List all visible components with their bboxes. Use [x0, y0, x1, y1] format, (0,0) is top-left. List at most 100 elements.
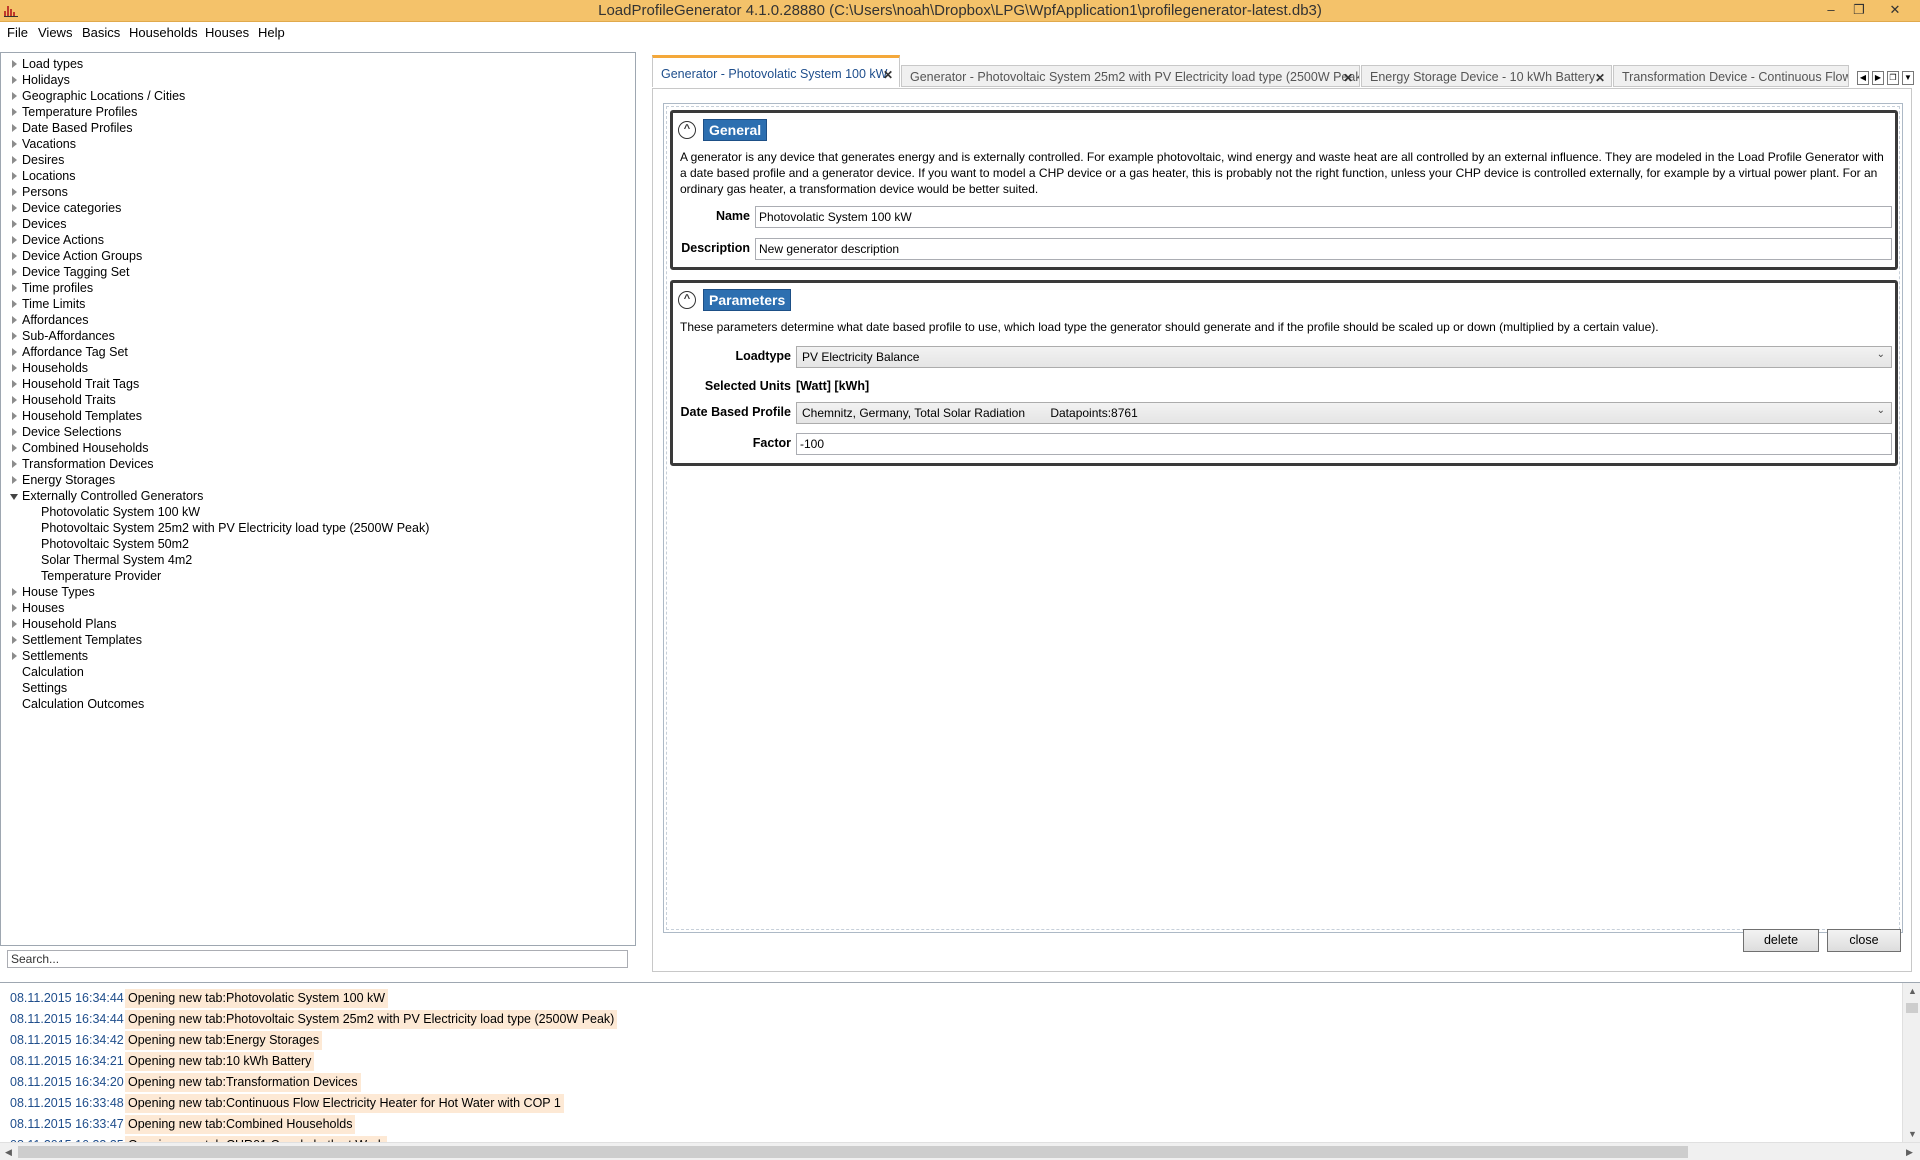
expand-arrow-icon[interactable] — [12, 140, 17, 148]
menu-help[interactable]: Help — [258, 25, 285, 40]
tree-item[interactable]: Calculation — [22, 665, 84, 679]
tab-dropdown-icon[interactable]: ▼ — [1902, 71, 1914, 85]
tree-item[interactable]: House Types — [12, 585, 95, 599]
close-tab-icon[interactable]: ✕ — [1343, 71, 1353, 85]
log-vertical-scrollbar[interactable]: ▲ ▼ — [1902, 983, 1920, 1142]
expand-arrow-icon[interactable] — [12, 348, 17, 356]
tree-item[interactable]: Device Action Groups — [12, 249, 142, 263]
expand-arrow-icon[interactable] — [12, 76, 17, 84]
delete-button[interactable]: delete — [1743, 929, 1819, 952]
minimize-button[interactable]: – — [1818, 1, 1844, 19]
close-tab-icon[interactable]: ✕ — [1595, 71, 1605, 85]
tree-item[interactable]: Photovoltaic System 25m2 with PV Electri… — [41, 521, 429, 535]
tree-item[interactable]: Temperature Provider — [41, 569, 161, 583]
expand-arrow-icon[interactable] — [12, 380, 17, 388]
expand-arrow-icon[interactable] — [12, 220, 17, 228]
tab-generator-pv-25m2[interactable]: Generator - Photovoltaic System 25m2 wit… — [901, 65, 1360, 87]
scrollbar-thumb[interactable] — [1906, 1003, 1918, 1013]
name-field[interactable]: Photovolatic System 100 kW — [755, 206, 1892, 228]
expand-arrow-icon[interactable] — [12, 284, 17, 292]
tree-item[interactable]: Combined Households — [12, 441, 148, 455]
tree-item[interactable]: Holidays — [12, 73, 70, 87]
expand-arrow-icon[interactable] — [12, 428, 17, 436]
expand-arrow-icon[interactable] — [12, 476, 17, 484]
close-button[interactable]: close — [1827, 929, 1901, 952]
tree-item[interactable]: Settlement Templates — [12, 633, 142, 647]
tab-generator-pv-100kw[interactable]: Generator - Photovolatic System 100 kW ✕ — [652, 55, 900, 87]
scroll-up-icon[interactable]: ▲ — [1908, 986, 1917, 996]
expand-arrow-icon[interactable] — [12, 92, 17, 100]
scrollbar-thumb[interactable] — [18, 1146, 1688, 1158]
tree-item[interactable]: Affordance Tag Set — [12, 345, 128, 359]
tree-item[interactable]: Device categories — [12, 201, 121, 215]
tree-item[interactable]: Household Plans — [12, 617, 117, 631]
expand-arrow-icon[interactable] — [12, 60, 17, 68]
tree-item[interactable]: Energy Storages — [12, 473, 115, 487]
tree-item[interactable]: Temperature Profiles — [12, 105, 137, 119]
menu-basics[interactable]: Basics — [82, 25, 120, 40]
tree-item[interactable]: Household Templates — [12, 409, 142, 423]
menu-file[interactable]: File — [7, 25, 28, 40]
tree-item[interactable]: Load types — [12, 57, 83, 71]
tree-item[interactable]: Affordances — [12, 313, 88, 327]
tab-energy-storage-battery[interactable]: Energy Storage Device - 10 kWh Battery ✕ — [1361, 65, 1612, 87]
search-input[interactable] — [7, 950, 628, 968]
restore-button[interactable]: ❐ — [1846, 1, 1872, 19]
expand-arrow-icon[interactable] — [12, 252, 17, 260]
menu-households[interactable]: Households — [129, 25, 198, 40]
tree-item[interactable]: Externally Controlled Generators — [10, 489, 203, 503]
tree-item[interactable]: Settlements — [12, 649, 88, 663]
scroll-down-icon[interactable]: ▼ — [1908, 1129, 1917, 1139]
tree-item[interactable]: Photovolatic System 100 kW — [41, 505, 200, 519]
expand-arrow-icon[interactable] — [12, 268, 17, 276]
expand-arrow-icon[interactable] — [12, 652, 17, 660]
tree-item[interactable]: Persons — [12, 185, 68, 199]
tree-item[interactable]: Device Tagging Set — [12, 265, 129, 279]
expand-arrow-icon[interactable] — [12, 620, 17, 628]
expand-arrow-icon[interactable] — [12, 444, 17, 452]
scroll-right-icon[interactable]: ▶ — [1906, 1147, 1913, 1158]
expand-arrow-icon[interactable] — [12, 588, 17, 596]
date-profile-select[interactable]: Chemnitz, Germany, Total Solar Radiation… — [796, 402, 1892, 424]
tree-item[interactable]: Calculation Outcomes — [22, 697, 144, 711]
tab-transformation-device[interactable]: Transformation Device - Continuous Flow … — [1613, 65, 1849, 87]
expand-arrow-icon[interactable] — [12, 300, 17, 308]
tree-item[interactable]: Time profiles — [12, 281, 93, 295]
expand-arrow-icon[interactable] — [12, 460, 17, 468]
expand-arrow-icon[interactable] — [12, 396, 17, 404]
expand-arrow-icon[interactable] — [12, 412, 17, 420]
tree-item[interactable]: Date Based Profiles — [12, 121, 132, 135]
tree-item[interactable]: Locations — [12, 169, 76, 183]
expand-arrow-icon[interactable] — [12, 236, 17, 244]
loadtype-select[interactable]: PV Electricity Balance ⌄ — [796, 346, 1892, 368]
expand-arrow-icon[interactable] — [12, 172, 17, 180]
log-horizontal-scrollbar[interactable]: ◀ ▶ — [0, 1142, 1920, 1160]
tree-item[interactable]: Desires — [12, 153, 64, 167]
tree-item[interactable]: Settings — [22, 681, 67, 695]
menu-houses[interactable]: Houses — [205, 25, 249, 40]
expand-arrow-icon[interactable] — [12, 188, 17, 196]
expand-arrow-icon[interactable] — [12, 364, 17, 372]
tree-item[interactable]: Houses — [12, 601, 64, 615]
expand-arrow-icon[interactable] — [12, 204, 17, 212]
tab-window-icon[interactable]: ❐ — [1887, 71, 1899, 85]
close-tab-icon[interactable]: ✕ — [883, 68, 893, 82]
tree-item[interactable]: Geographic Locations / Cities — [12, 89, 185, 103]
expand-arrow-icon[interactable] — [12, 316, 17, 324]
tree-item[interactable]: Devices — [12, 217, 66, 231]
tree-item[interactable]: Device Selections — [12, 425, 121, 439]
expand-arrow-icon[interactable] — [12, 332, 17, 340]
tab-scroll-left-icon[interactable]: ◀ — [1857, 71, 1869, 85]
tree-item[interactable]: Device Actions — [12, 233, 104, 247]
collapse-parameters-icon[interactable]: ^ — [678, 291, 696, 309]
expand-arrow-icon[interactable] — [12, 156, 17, 164]
tree-item[interactable]: Vacations — [12, 137, 76, 151]
expand-arrow-icon[interactable] — [12, 604, 17, 612]
tree-item[interactable]: Transformation Devices — [12, 457, 154, 471]
expand-arrow-icon[interactable] — [12, 636, 17, 644]
tree-item[interactable]: Sub-Affordances — [12, 329, 115, 343]
tree-item[interactable]: Households — [12, 361, 88, 375]
tree-item[interactable]: Solar Thermal System 4m2 — [41, 553, 192, 567]
menu-views[interactable]: Views — [38, 25, 72, 40]
expand-arrow-icon[interactable] — [12, 108, 17, 116]
